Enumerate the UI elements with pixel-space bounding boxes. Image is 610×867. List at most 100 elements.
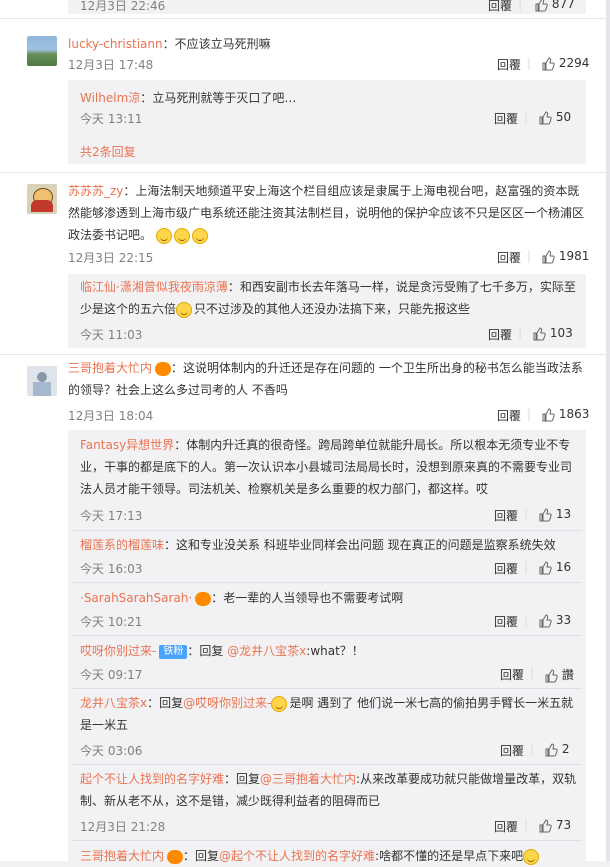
reply-time: 今天 16:03 <box>80 562 143 576</box>
emoji-icon <box>523 848 540 865</box>
reply-text-line-3: 只不过涉及的其他人还没办法搞下来，只能先报这些 <box>194 302 471 316</box>
like-button[interactable]: 2 <box>544 742 569 757</box>
reply-button[interactable]: 回覆 <box>494 110 518 127</box>
like-count: 73 <box>555 818 572 832</box>
username[interactable]: 三哥抱着大忙内 <box>68 361 152 375</box>
reply-body: Wilhelm涼：立马死刑就等于灭口了吧… <box>80 91 297 105</box>
reply-username[interactable]: 哎呀你别过来- <box>80 644 156 658</box>
reply-text-line-2: 少是这个的五六倍 <box>80 302 177 316</box>
reply-username[interactable]: 起个不让人找到的名字好难 <box>80 772 224 786</box>
reply-text-line-1: ：和西安副市长去年落马一样，说是贪污受贿了七千多万，实际至 <box>227 280 576 294</box>
reply-button[interactable]: 回覆 <box>500 742 524 759</box>
thumb-up-icon <box>539 818 552 832</box>
username[interactable]: lucky-christiann <box>68 37 163 51</box>
reply-body: 三哥抱着大忙内 ：回复@起个不让人找到的名字好难:啥都不懂的还是早点下来吧 <box>80 845 541 867</box>
reply-time: 今天 17:13 <box>80 509 143 523</box>
like-count: 877 <box>551 0 575 11</box>
reply-username[interactable]: 龙井八宝茶x <box>80 696 147 710</box>
like-count: 2294 <box>558 56 590 70</box>
thumb-up-icon <box>545 668 558 682</box>
reply-text-line-2: 制、新从老不从，这不是错，减少既得利益者的阻碍而已 <box>80 794 381 808</box>
like-button[interactable]: 2294 <box>541 56 589 71</box>
separator: | <box>524 613 529 627</box>
comment-time: 12月3日 22:46 <box>80 0 166 13</box>
mention-link[interactable]: @三哥抱着大忙内 <box>260 772 356 786</box>
like-count: 103 <box>549 326 573 340</box>
mention-link[interactable]: @龙井八宝茶x <box>227 644 306 658</box>
separator: | <box>524 560 529 574</box>
avatar[interactable] <box>27 36 57 66</box>
separator: | <box>530 742 535 756</box>
reply-button[interactable]: 回覆 <box>500 666 524 683</box>
mention-link[interactable]: @哎呀你别过来- <box>183 696 271 710</box>
like-button[interactable]: 讚 <box>544 666 574 683</box>
avatar[interactable] <box>27 366 57 396</box>
reply-body: 起个不让人找到的名字好难：回复@三哥抱着大忙内:从来改革要成功就只能做增量改革，… <box>80 768 576 790</box>
comment-text: 不应该立马死刑嘛 <box>174 37 271 51</box>
reply-button[interactable]: 回覆 <box>497 249 521 266</box>
comment-time: 12月3日 22:15 <box>68 251 154 265</box>
reply-button[interactable]: 回覆 <box>488 0 512 14</box>
divider <box>0 18 610 19</box>
reply-button[interactable]: 回覆 <box>494 507 518 524</box>
reply-username[interactable]: Fantasy异想世界 <box>80 438 174 452</box>
like-button[interactable]: 33 <box>538 613 571 628</box>
reply-time: 今天 09:17 <box>80 668 143 682</box>
laugh-emoji-icon <box>271 695 288 712</box>
vip-badge-icon <box>155 361 172 376</box>
divider <box>72 688 582 689</box>
thumb-up-icon <box>542 407 555 421</box>
thumb-up-icon <box>535 0 548 11</box>
reply-button[interactable]: 回覆 <box>497 56 521 73</box>
username[interactable]: 苏苏苏_zy <box>68 184 123 198</box>
reply-text-line-1: 是啊 遇到了 他们说一米七高的偷拍男手臂长一米五就 <box>289 696 574 710</box>
reply-text-line-1: ：体制内升迁真的很奇怪。跨局跨单位就能升局长。所以根本无须专业不专 <box>174 438 571 452</box>
reply-button[interactable]: 回覆 <box>494 818 518 835</box>
reply-time: 12月3日 21:28 <box>80 820 166 834</box>
like-button[interactable]: 103 <box>532 326 573 341</box>
reply-body: 榴莲系的榴莲味：这和专业没关系 科班毕业同样会出问题 现在真正的问题是监察系统失… <box>80 534 556 556</box>
avatar[interactable] <box>27 184 57 214</box>
divider <box>72 635 582 636</box>
like-count: 33 <box>555 613 572 627</box>
comment-text-line-3: 政法委书记吧。 <box>68 228 153 242</box>
like-button[interactable]: 50 <box>538 110 571 125</box>
like-button[interactable]: 1981 <box>541 249 589 264</box>
reply-button[interactable]: 回覆 <box>494 613 518 630</box>
separator: | <box>518 0 523 11</box>
like-button[interactable]: 13 <box>538 507 571 522</box>
comment-text-line-2: 的领导？社会上这么多过司考的人 不香吗 <box>68 383 288 397</box>
smile-emoji-icon <box>155 227 172 244</box>
scrollbar[interactable] <box>606 0 610 861</box>
like-button[interactable]: 877 <box>534 0 575 12</box>
reply-username[interactable]: ·SarahSarahSarah· <box>80 591 192 605</box>
divider <box>72 530 582 531</box>
reply-text: ：老一辈的人当领导也不需要考试啊 <box>211 591 404 605</box>
separator: | <box>530 666 535 680</box>
comment-time: 12月3日 18:04 <box>68 409 154 423</box>
reply-time: 今天 13:11 <box>80 112 143 126</box>
separator: | <box>527 407 532 421</box>
reply-username[interactable]: Wilhelm涼 <box>80 91 140 105</box>
reply-text-line-2: 是一米五 <box>80 718 129 732</box>
comment-body: 三哥抱着大忙内 ：这说明体制内的升迁还是存在问题的 一个卫生所出身的秘书怎么能当政… <box>68 361 583 376</box>
reply-text: ：这和专业没关系 科班毕业同样会出问题 现在真正的问题是监察系统失效 <box>164 538 556 552</box>
more-replies-link[interactable]: 共2条回复 <box>80 143 136 160</box>
reply-button[interactable]: 回覆 <box>488 326 512 343</box>
like-button[interactable]: 1863 <box>541 407 589 422</box>
divider <box>72 840 582 841</box>
comment-body: lucky-christiann：不应该立马死刑嘛 <box>68 37 271 51</box>
reply-text-line-3: 法人员才能干领导。司法机关、检察机关是多么重要的权力部门，都这样。哎 <box>80 482 489 496</box>
reply-button[interactable]: 回覆 <box>497 407 521 424</box>
like-button[interactable]: 16 <box>538 560 571 575</box>
thumb-up-icon <box>542 56 555 70</box>
reply-username[interactable]: 榴莲系的榴莲味 <box>80 538 164 552</box>
reply-button[interactable]: 回覆 <box>494 560 518 577</box>
reply-username[interactable]: 临江仙·潇湘曾似我夜雨凉薄 <box>80 280 228 294</box>
reply-text-line-2: 业，干事的都是底下的人。第一次认识本小县城司法局局长时，没想到原来真的不需要专业… <box>80 460 573 474</box>
comment-text-line-1: 上海法制天地频道平安上海这个栏目组应该是隶属于上海电视台吧，赵富强的资本既 <box>135 184 580 198</box>
separator: | <box>524 818 529 832</box>
like-button[interactable]: 73 <box>538 818 571 833</box>
reply-time: 今天 03:06 <box>80 744 143 758</box>
like-count: 2 <box>561 742 570 756</box>
